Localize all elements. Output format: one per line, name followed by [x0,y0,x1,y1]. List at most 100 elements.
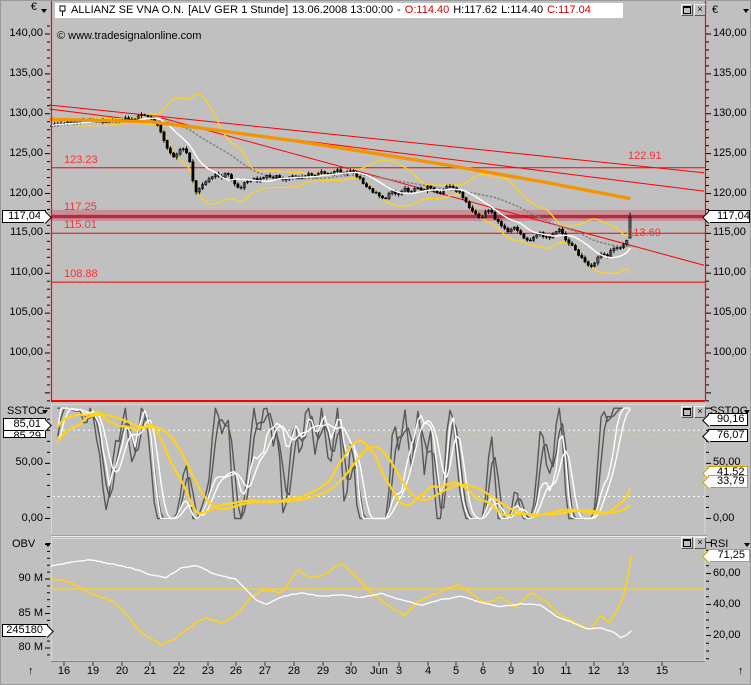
price-axis-label: 120,00 [713,186,747,199]
price-level-label: 117.25 [64,201,97,214]
price-level-label: 123.23 [64,153,98,166]
close-icon: × [697,4,703,14]
obv-axis-label: 90 M [18,572,43,584]
price-axis-label: 125,00 [9,146,43,159]
chart-title-bar: ALLIANZ SE VNA O.N. [ALV GER 1 Stunde] 1… [55,3,623,18]
indicator-callout: 85,01 [3,418,46,431]
pane-header-sstoc[interactable]: SSTOC [7,405,45,418]
oscillator-axis-label: 0,00 [21,511,43,524]
price-axis-label: 120,00 [9,186,43,199]
maximize-icon [683,6,691,14]
scroll-up-icon[interactable]: ↑ [738,665,744,678]
x-axis-label[interactable]: 30 [336,665,366,678]
chart-canvas[interactable] [1,1,751,685]
oscillator-axis-label: 50,00 [15,456,43,469]
price-axis-label: 125,00 [713,146,747,159]
x-axis-label[interactable]: 6 [468,665,498,678]
pane-header-obv[interactable]: OBV [12,538,35,551]
chevron-down-icon[interactable] [744,543,750,547]
price-axis-label: 140,00 [9,27,43,39]
quote-high: H:117.62 [453,4,498,16]
instrument-pin-icon [59,5,66,16]
indicator-callout: 33,79 [708,475,748,488]
rsi-axis-label: 40,00 [713,597,741,610]
candlestick-series [50,112,632,269]
x-axis-label[interactable]: 4 [413,665,443,678]
price-axis-label: 100,00 [713,346,747,358]
quote-low: L:114.40 [501,4,544,16]
chevron-down-icon[interactable] [42,410,48,414]
price-axis-label: 115,00 [10,226,43,239]
x-axis-label[interactable]: 13 [608,665,638,678]
x-axis-label[interactable]: 28 [279,665,309,678]
x-axis-label[interactable]: 26 [221,665,251,678]
chevron-down-icon[interactable] [743,9,749,13]
rsi-axis-label: 20,00 [713,628,741,641]
price-callout: 117,04 [708,210,750,223]
price-axis-label: 110,00 [713,266,746,279]
x-axis-label[interactable]: 27 [250,665,280,678]
x-axis-label[interactable]: 12 [579,665,609,678]
maximize-button[interactable] [681,406,693,418]
close-button[interactable]: × [694,406,706,418]
x-axis-label[interactable]: 15 [647,665,677,678]
price-axis-label: 100,00 [9,346,43,358]
trendline-value-label: 113.69 [628,227,661,239]
price-axis-label: 135,00 [713,66,747,79]
price-level-label: 108.88 [64,268,98,281]
price-callout: 117,04 [2,210,46,223]
indicator-callout-rsi: 71,25 [708,549,750,562]
chevron-down-icon[interactable] [41,9,47,13]
oscillator-axis-label: 0,00 [713,511,735,524]
indicator-callout: 85,29 [3,430,46,438]
instrument-params: [ALV GER 1 Stunde] [188,4,289,16]
left-axis-currency[interactable]: € [1,1,37,14]
x-axis-label[interactable]: 20 [107,665,137,678]
price-axis-label: 115,00 [713,226,746,239]
x-axis-label[interactable]: 19 [78,665,108,678]
price-axis-label: 130,00 [9,106,43,119]
obv-axis-label: 85 M [18,606,43,619]
price-level-label: 115.01 [64,219,97,232]
instrument-name: ALLIANZ SE VNA O.N. [71,4,185,16]
x-axis-label[interactable]: 22 [164,665,194,678]
scroll-up-icon[interactable]: ↑ [28,665,34,678]
quote-open: O:114.40 [404,4,450,16]
right-axis-currency[interactable]: € [712,4,718,17]
close-button[interactable]: × [694,4,706,16]
rsi-axis-label: 60,00 [713,566,741,579]
obv-axis-label: 80 M [18,641,43,653]
x-axis-label[interactable]: 5 [441,665,471,678]
maximize-button[interactable] [681,4,693,16]
x-axis-label[interactable]: 21 [135,665,165,678]
x-axis-label[interactable]: 29 [308,665,338,678]
price-axis-label: 105,00 [713,306,747,319]
maximize-icon [683,408,691,416]
x-axis-label[interactable]: 9 [496,665,526,678]
watermark: © www.tradesignalonline.com [57,30,202,42]
x-axis-label[interactable]: 23 [193,665,223,678]
maximize-icon [683,539,691,547]
quote-datetime: 13.06.2008 13:00:00 [292,4,394,16]
app-window: € ALLIANZ SE VNA O.N. [ALV GER 1 Stunde]… [0,0,751,685]
x-axis-label[interactable]: 3 [384,665,414,678]
price-axis-label: 135,00 [9,66,43,79]
price-axis-label: 110,00 [10,266,43,279]
quote-close: C:117.04 [547,4,591,16]
chevron-down-icon[interactable] [744,410,750,414]
x-axis-label[interactable]: 11 [551,665,581,678]
maximize-button[interactable] [681,537,693,549]
title-separator: - [397,4,401,16]
chevron-down-icon[interactable] [45,543,51,547]
indicator-callout: 76,07 [708,429,748,442]
indicator-callout: 90,16 [708,413,748,426]
trendline-value-label: 122.91 [628,150,662,162]
close-button[interactable]: × [694,537,706,549]
price-axis-label: 105,00 [9,306,43,319]
indicator-callout-obv: 245180 [2,624,48,637]
price-axis-label: 130,00 [713,106,747,119]
close-icon: × [697,406,703,416]
x-axis-label[interactable]: 10 [523,665,553,678]
price-axis-label: 140,00 [713,27,747,39]
x-axis-label[interactable]: 16 [49,665,79,678]
